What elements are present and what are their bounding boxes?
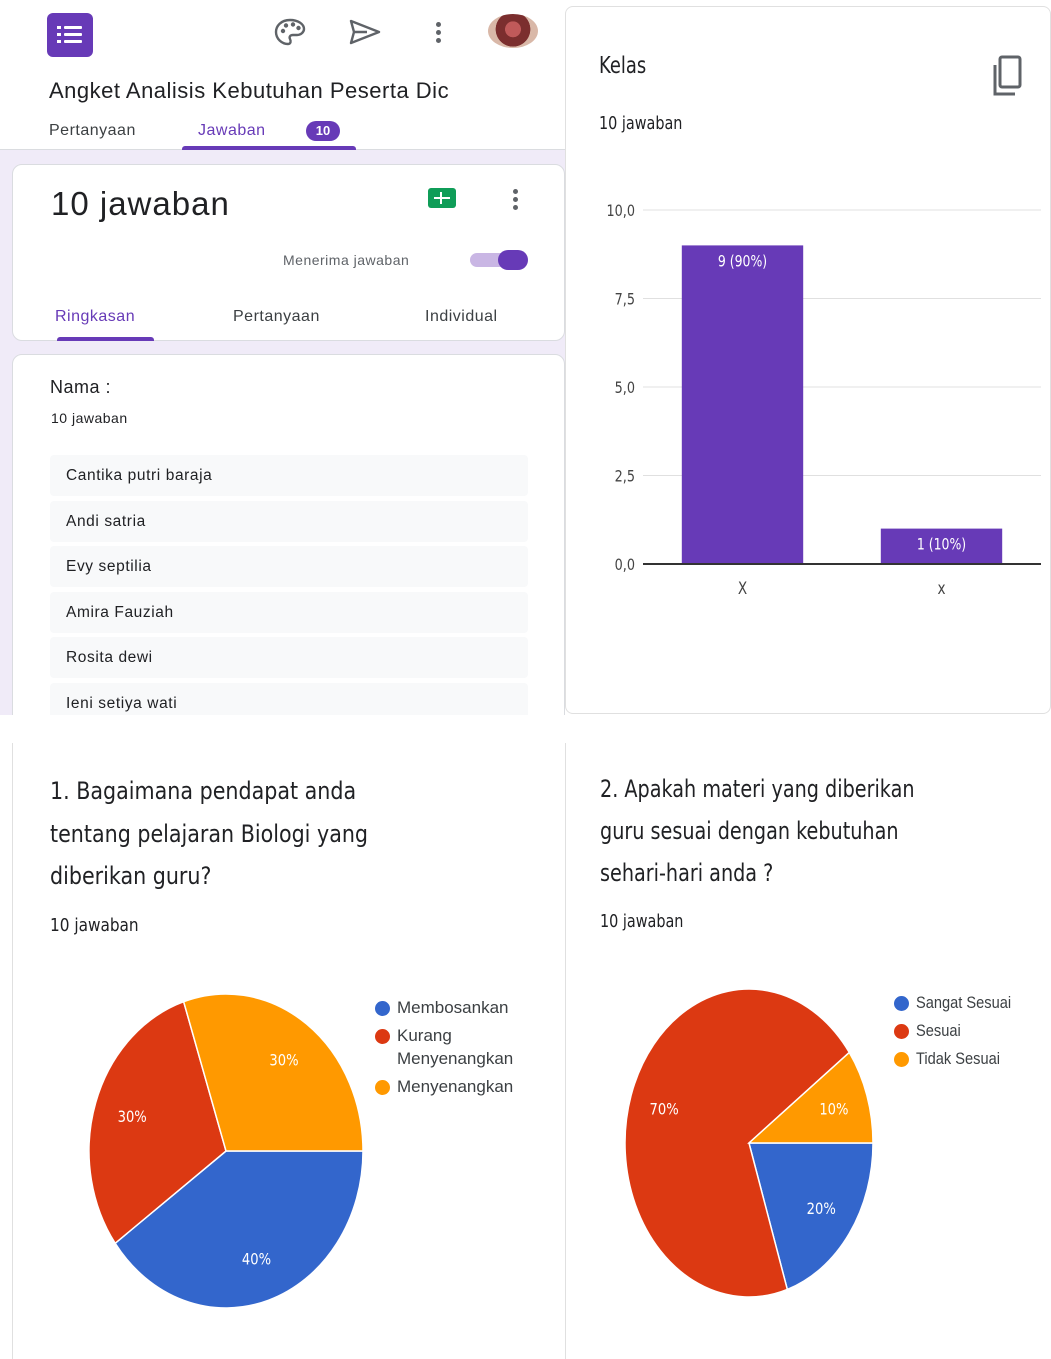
more-vert-icon[interactable]	[513, 189, 519, 213]
legend-swatch	[375, 1001, 390, 1016]
send-icon[interactable]	[349, 17, 381, 47]
legend-label: Menyenangkan	[397, 1077, 514, 1096]
pie-slice-label: 40%	[242, 1250, 271, 1269]
question-title-line: tentang pelajaran Biologi yang	[50, 820, 369, 848]
chart-legend: Sangat Sesuai Sesuai Tidak Sesuai	[892, 993, 1051, 1093]
legend-label: Sesuai	[916, 1021, 961, 1040]
kelas-question-card: Kelas 10 jawaban 0,0 2,5 5,0 7,5 10,0 9 (90%)…	[565, 6, 1051, 714]
x-tick-label: X	[738, 579, 748, 599]
legend-label: Sangat Sesuai	[916, 993, 1012, 1012]
question-response-count: 10 jawaban	[50, 915, 139, 936]
accepting-responses-label: Menerima jawaban	[283, 252, 410, 268]
bar	[681, 245, 804, 564]
question-title: Kelas	[599, 53, 647, 79]
legend-label: Tidak Sesuai	[916, 1049, 1000, 1068]
forms-logo-icon[interactable]	[47, 13, 93, 57]
x-tick-label: x	[937, 579, 945, 599]
y-tick-label: 2,5	[615, 468, 635, 486]
legend-label: Kurang	[397, 1026, 452, 1045]
answer-row: Rosita dewi	[50, 637, 528, 678]
answer-row: Andi satria	[50, 501, 528, 542]
pie-chart: 20% 70% 10%	[624, 988, 874, 1298]
answer-row: Cantika putri baraja	[50, 455, 528, 496]
bar-data-label: 1 (10%)	[917, 536, 966, 554]
question-title: Nama :	[50, 377, 112, 397]
question-title-line: 2. Apakah materi yang diberikan	[600, 775, 915, 803]
forms-responses-panel: Angket Analisis Kebutuhan Peserta Dic Pe…	[0, 0, 565, 715]
y-tick-label: 5,0	[615, 380, 635, 398]
bar-data-label: 9 (90%)	[718, 253, 767, 271]
sheets-icon[interactable]	[428, 188, 456, 208]
legend-label: Menyenangkan	[397, 1049, 514, 1068]
pie-slice-label: 70%	[650, 1101, 679, 1120]
app-bar: Angket Analisis Kebutuhan Peserta Dic Pe…	[0, 0, 565, 150]
response-summary-card: 10 jawaban Menerima jawaban Ringkasan Pe…	[12, 164, 565, 341]
pie-slice-label: 20%	[807, 1200, 836, 1219]
legend-swatch	[894, 1024, 909, 1039]
question-title-line: diberikan guru?	[50, 862, 212, 890]
question-response-count: 10 jawaban	[600, 911, 684, 932]
pie-slice-label: 30%	[118, 1108, 147, 1127]
nama-question-card: Nama : 10 jawaban Cantika putri baraja A…	[12, 354, 565, 715]
palette-icon[interactable]	[274, 17, 306, 47]
active-tab-indicator	[182, 146, 356, 150]
answer-row: Evy septilia	[50, 546, 528, 587]
response-count-heading: 10 jawaban	[51, 185, 230, 222]
question-response-count: 10 jawaban	[51, 410, 128, 426]
toggle-knob[interactable]	[498, 250, 528, 270]
avatar[interactable]	[488, 14, 538, 48]
pie-chart: 40% 30% 30%	[88, 993, 363, 1309]
more-vert-icon[interactable]	[436, 22, 442, 46]
answer-row: Amira Fauziah	[50, 592, 528, 633]
y-tick-label: 0,0	[615, 557, 635, 575]
subtab-summary[interactable]: Ringkasan	[55, 308, 135, 326]
legend-label: Membosankan	[397, 998, 509, 1017]
tab-questions[interactable]: Pertanyaan	[49, 122, 136, 140]
chart-legend: Membosankan Kurang Menyenangkan Menyenangka…	[373, 998, 563, 1138]
active-subtab-indicator	[57, 337, 154, 341]
question-response-count: 10 jawaban	[599, 113, 683, 134]
legend-swatch	[375, 1080, 390, 1095]
bar-chart: 0,0 2,5 5,0 7,5 10,0 9 (90%) X 1 (10%) x	[607, 203, 1041, 599]
question-title-line: guru sesuai dengan kebutuhan	[600, 817, 899, 845]
subtab-question[interactable]: Pertanyaan	[233, 308, 320, 326]
response-count-badge: 10	[306, 121, 340, 141]
pie-slice-label: 30%	[269, 1051, 298, 1070]
y-tick-label: 10,0	[607, 203, 635, 221]
legend-swatch	[375, 1029, 390, 1044]
legend-swatch	[894, 1052, 909, 1067]
answer-row: Ieni setiya wati	[50, 683, 528, 715]
tab-responses[interactable]: Jawaban	[198, 122, 266, 140]
copy-chart-icon[interactable]	[993, 55, 1023, 97]
subtab-individual[interactable]: Individual	[425, 308, 498, 326]
question-title-line: 1. Bagaimana pendapat anda	[50, 777, 357, 805]
form-title: Angket Analisis Kebutuhan Peserta Dic	[49, 78, 450, 103]
y-tick-label: 7,5	[615, 291, 635, 309]
pie-slice-label: 10%	[819, 1101, 848, 1120]
q1-card: 1. Bagaimana pendapat anda tentang pelaj…	[12, 743, 565, 1359]
question-title-line: sehari-hari anda ?	[600, 859, 774, 887]
legend-swatch	[894, 996, 909, 1011]
q2-card: 2. Apakah materi yang diberikan guru ses…	[565, 743, 1051, 1359]
